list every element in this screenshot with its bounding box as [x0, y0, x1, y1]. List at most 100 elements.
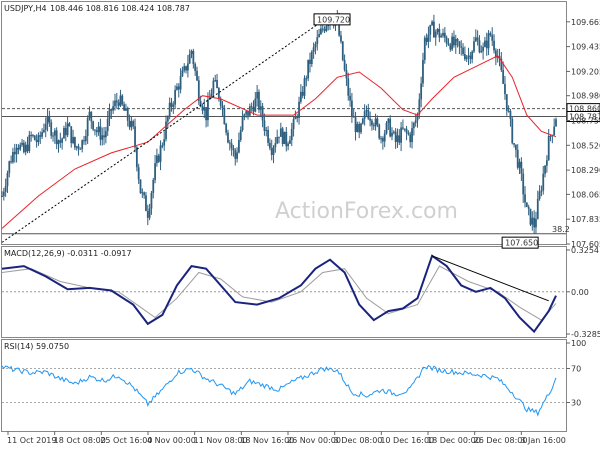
candle-body [73, 137, 76, 148]
candle-body [542, 173, 545, 191]
candle-body [463, 53, 466, 60]
candle-body [28, 134, 31, 152]
candle-body [447, 43, 450, 45]
candle-body [321, 28, 324, 30]
candle-body [104, 131, 107, 138]
candle-body [268, 142, 271, 149]
candle-body [212, 80, 215, 94]
candle-body [44, 123, 47, 130]
candle-body [320, 28, 322, 35]
x-tick-label: 25 Oct 16:00 [100, 436, 152, 445]
candle-body [396, 135, 399, 142]
candle-body [70, 126, 73, 143]
candle-body [433, 21, 435, 38]
chart-canvas: 108.860108.78738.2 ActionForex.com 109.6… [1, 1, 600, 445]
candle-body [318, 34, 320, 38]
candle-body [12, 151, 14, 163]
candle-body [482, 46, 485, 52]
candle-body [436, 28, 439, 32]
candle-body [130, 121, 133, 128]
candle-body [281, 128, 284, 144]
candle-body [150, 192, 153, 209]
candle-body [451, 36, 454, 50]
macd-title: MACD(12,26,9) -0.0311 -0.0917 [4, 249, 132, 258]
price-ytick-label: 108.520 [571, 141, 600, 150]
candle-body [301, 91, 304, 96]
candle-body [64, 127, 67, 136]
candle-body [243, 114, 246, 117]
candle-body [174, 89, 177, 105]
candle-body [10, 161, 13, 163]
candle-body [168, 102, 171, 117]
candle-body [278, 136, 280, 138]
candle-body [323, 29, 326, 31]
candle-body [179, 76, 182, 90]
candle-body [8, 161, 11, 174]
candle-body [81, 140, 84, 149]
candle-body [553, 126, 556, 136]
candle-body [358, 123, 361, 133]
candle-body [145, 195, 147, 211]
candle-body [83, 140, 85, 142]
candle-body [245, 111, 248, 115]
candle-body [341, 41, 344, 61]
candle-body [507, 110, 510, 112]
candle-body [46, 116, 49, 124]
candle-body [392, 131, 395, 133]
candle-body [360, 123, 362, 133]
candle-body [462, 47, 464, 54]
price-ytick-label: 108.750 [571, 116, 600, 125]
candle-body [50, 122, 53, 136]
candle-body [90, 111, 93, 122]
candle-body [227, 132, 229, 143]
candle-body [33, 135, 36, 141]
candle-body [289, 140, 291, 144]
candle-body [493, 40, 495, 51]
candle-body [369, 118, 372, 121]
candle-body [97, 126, 100, 133]
candle-body [352, 116, 355, 118]
candle-body [391, 132, 393, 137]
candle-body [524, 194, 526, 203]
x-tick-label: 3 Jan 16:00 [520, 436, 566, 445]
candle-body [267, 129, 269, 143]
candle-body [473, 41, 475, 52]
candle-body [114, 100, 116, 107]
candle-body [511, 118, 514, 144]
candle-body [152, 179, 155, 193]
price-ytick-label: 109.665 [571, 18, 600, 27]
rsi-ytick-label: 70 [571, 365, 581, 374]
candle-body [146, 210, 149, 218]
candle-body [423, 37, 426, 60]
candle-body [6, 173, 9, 187]
candle-body [422, 59, 424, 84]
candle-body [274, 143, 277, 148]
candle-body [520, 161, 523, 174]
candle-body [356, 123, 359, 132]
candle-body [427, 34, 430, 42]
candle-body [465, 56, 468, 60]
candle-body [387, 118, 390, 123]
candle-body [285, 131, 288, 147]
candle-body [263, 120, 266, 131]
candle-body [59, 140, 62, 143]
candle-body [443, 32, 446, 38]
candle-body [238, 139, 240, 153]
candle-body [533, 217, 536, 228]
candle-body [86, 118, 89, 137]
candle-body [137, 167, 140, 180]
candle-body [545, 160, 548, 166]
candle-body [53, 130, 56, 136]
candle-body [17, 147, 20, 150]
candle-body [157, 155, 160, 162]
macd-ytick-label: -0.3285 [571, 330, 600, 339]
candle-body [106, 118, 109, 132]
candle-body [454, 38, 457, 46]
candle-body [476, 37, 479, 41]
candle-body [156, 155, 158, 164]
candle-body [367, 110, 370, 119]
candle-body [509, 111, 512, 119]
candle-body [474, 37, 477, 42]
candle-body [26, 144, 29, 152]
candle-body [394, 131, 397, 142]
